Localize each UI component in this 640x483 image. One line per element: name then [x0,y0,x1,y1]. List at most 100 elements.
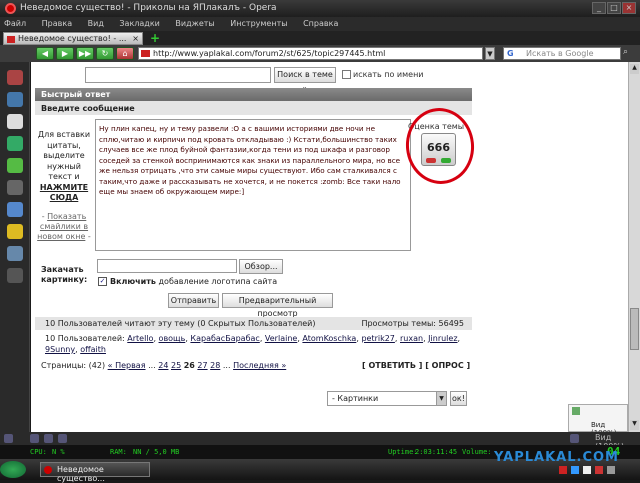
start-button-icon[interactable] [0,461,26,478]
menu-bookmarks[interactable]: Закладки [119,19,159,28]
reader-link[interactable]: КарабасБарабас [190,334,259,343]
add-logo-label-rest: добавление логотипа сайта [155,277,278,286]
search-panel-icon[interactable] [7,246,23,261]
search-by-name-checkbox[interactable] [342,70,351,79]
reader-link[interactable]: Jinrulez [428,334,457,343]
cpu-label: CPU: [30,448,47,456]
message-textarea[interactable]: Ну плин капец, ну и тему развели :О а с … [95,119,411,251]
reload-icon[interactable]: ↻ [96,47,114,60]
page-link[interactable]: 25 [171,361,181,370]
menu-tools[interactable]: Инструменты [230,19,287,28]
reader-link[interactable]: petrik27 [361,334,394,343]
scroll-up-icon[interactable]: ▲ [630,64,639,74]
search-icon[interactable]: ⌕ [623,47,637,60]
menu-edit[interactable]: Правка [42,19,72,28]
address-url: http://www.yaplakal.com/forum2/st/625/to… [153,49,386,58]
browse-button[interactable]: Обзор... [239,259,283,274]
preview-button[interactable]: Предварительный просмотр [222,293,333,318]
page-current: 26 [183,361,195,370]
pages-label: Страницы: (42) [41,361,106,370]
close-icon[interactable]: × [622,2,636,14]
site-favicon-icon [141,50,150,57]
history-panel-icon[interactable] [7,180,23,195]
tray-language-icon[interactable] [583,466,591,474]
reader-link[interactable]: овощь [159,334,186,343]
menu-file[interactable]: Файл [4,19,26,28]
opera-logo-icon [5,3,16,14]
pagination: Страницы: (42) « Первая ... 24 25 26 27 … [41,361,286,370]
add-logo-checkbox[interactable]: ✓ [98,277,107,286]
status-bar: Вид (100%) [0,432,640,451]
address-dropdown-icon[interactable]: ▼ [485,47,495,60]
page-link[interactable]: 27 [197,361,207,370]
reader-link[interactable]: 9Sunny [45,345,75,354]
turbo-icon[interactable] [58,434,67,443]
panel-icon[interactable] [4,434,13,443]
minimize-icon[interactable]: _ [592,2,606,14]
pages-ellipsis: ... [148,361,156,370]
menu-view[interactable]: Вид [88,19,104,28]
network-icon[interactable] [30,434,39,443]
reader-link[interactable]: ruxan [400,334,423,343]
fast-forward-icon[interactable]: ▶▶ [76,47,94,60]
reader-link[interactable]: Artello [127,334,153,343]
web-search-input[interactable]: G Искать в Google [503,47,621,60]
scroll-thumb[interactable] [630,308,639,350]
readers-summary-bar: 10 Пользователей читают эту тему (0 Скры… [35,317,472,330]
reply-links: [ ОТВЕТИТЬ ] [ ОПРОС ] [362,361,470,370]
reader-link[interactable]: Verlaine [265,334,297,343]
mail-panel-icon[interactable] [7,92,23,107]
page-last-link[interactable]: Последняя » [233,361,286,370]
volume-label: Volume: [462,448,492,456]
tray-alert-icon[interactable] [595,466,603,474]
speed-dial-icon[interactable] [44,434,53,443]
notes-panel-icon[interactable] [7,114,23,129]
submit-button[interactable]: Отправить [168,293,219,308]
tab-close-icon[interactable]: × [132,34,139,43]
new-tab-icon[interactable]: + [150,32,162,44]
ram-label: RAM: [110,448,127,456]
back-icon[interactable]: ◀ [36,47,54,60]
quote-help-link[interactable]: НАЖМИТЕ СЮДА [40,183,88,203]
tab-active[interactable]: Неведомое существо! - ... × [3,32,143,45]
reader-link[interactable]: offaith [80,345,106,354]
menu-help[interactable]: Справка [303,19,338,28]
home-icon[interactable]: ⌂ [116,47,134,60]
taskbar-opera-window[interactable]: Неведомое существо... [40,462,150,483]
panel-toggle-icon[interactable] [7,268,23,283]
address-bar[interactable]: http://www.yaplakal.com/forum2/st/625/to… [138,47,483,60]
readers-summary: 10 Пользователей читают эту тему (0 Скры… [45,319,316,328]
downloads-panel-icon[interactable] [7,158,23,173]
page-link[interactable]: 28 [210,361,220,370]
opera-logo-icon [44,466,52,474]
forward-icon[interactable]: ▶ [56,47,74,60]
bookmarks-panel-icon[interactable] [7,70,23,85]
transfers-panel-icon[interactable] [7,136,23,151]
reply-link[interactable]: [ ОТВЕТИТЬ ] [362,361,422,370]
quote-help-text: Для вставки цитаты, выделите нужный текс… [37,130,91,181]
web-search-placeholder: Искать в Google [526,49,594,58]
forum-search-button[interactable]: Поиск в теме » [274,67,336,93]
tray-app-icon[interactable] [559,466,567,474]
poll-link[interactable]: [ ОПРОС ] [425,361,470,370]
page-first-link[interactable]: « Первая [108,361,146,370]
scroll-down-icon[interactable]: ▼ [630,420,639,430]
forum-search-input[interactable] [85,67,271,83]
pages-ellipsis: ... [222,361,231,370]
chevron-down-icon[interactable]: ▼ [436,392,446,405]
tray-volume-icon[interactable] [607,466,615,474]
warning-panel-icon[interactable] [7,224,23,239]
page-view-icon[interactable] [570,434,579,443]
forum-jump-ok-button[interactable]: ок! [450,391,467,406]
tray-network-icon[interactable] [571,466,579,474]
menu-widgets[interactable]: Виджеты [175,19,214,28]
file-path-input[interactable] [97,259,237,273]
reader-link[interactable]: AtomKoschka [302,334,356,343]
chat-panel-icon[interactable] [7,202,23,217]
menu-bar: Файл Правка Вид Закладки Виджеты Инструм… [0,17,640,31]
page-link[interactable]: 24 [158,361,168,370]
maximize-icon[interactable]: □ [607,2,621,14]
quote-help[interactable]: Для вставки цитаты, выделите нужный текс… [37,130,91,204]
page-scrollbar[interactable]: ▲ ▼ [628,62,640,432]
forum-jump-select[interactable]: - Картинки ▼ [327,391,447,406]
